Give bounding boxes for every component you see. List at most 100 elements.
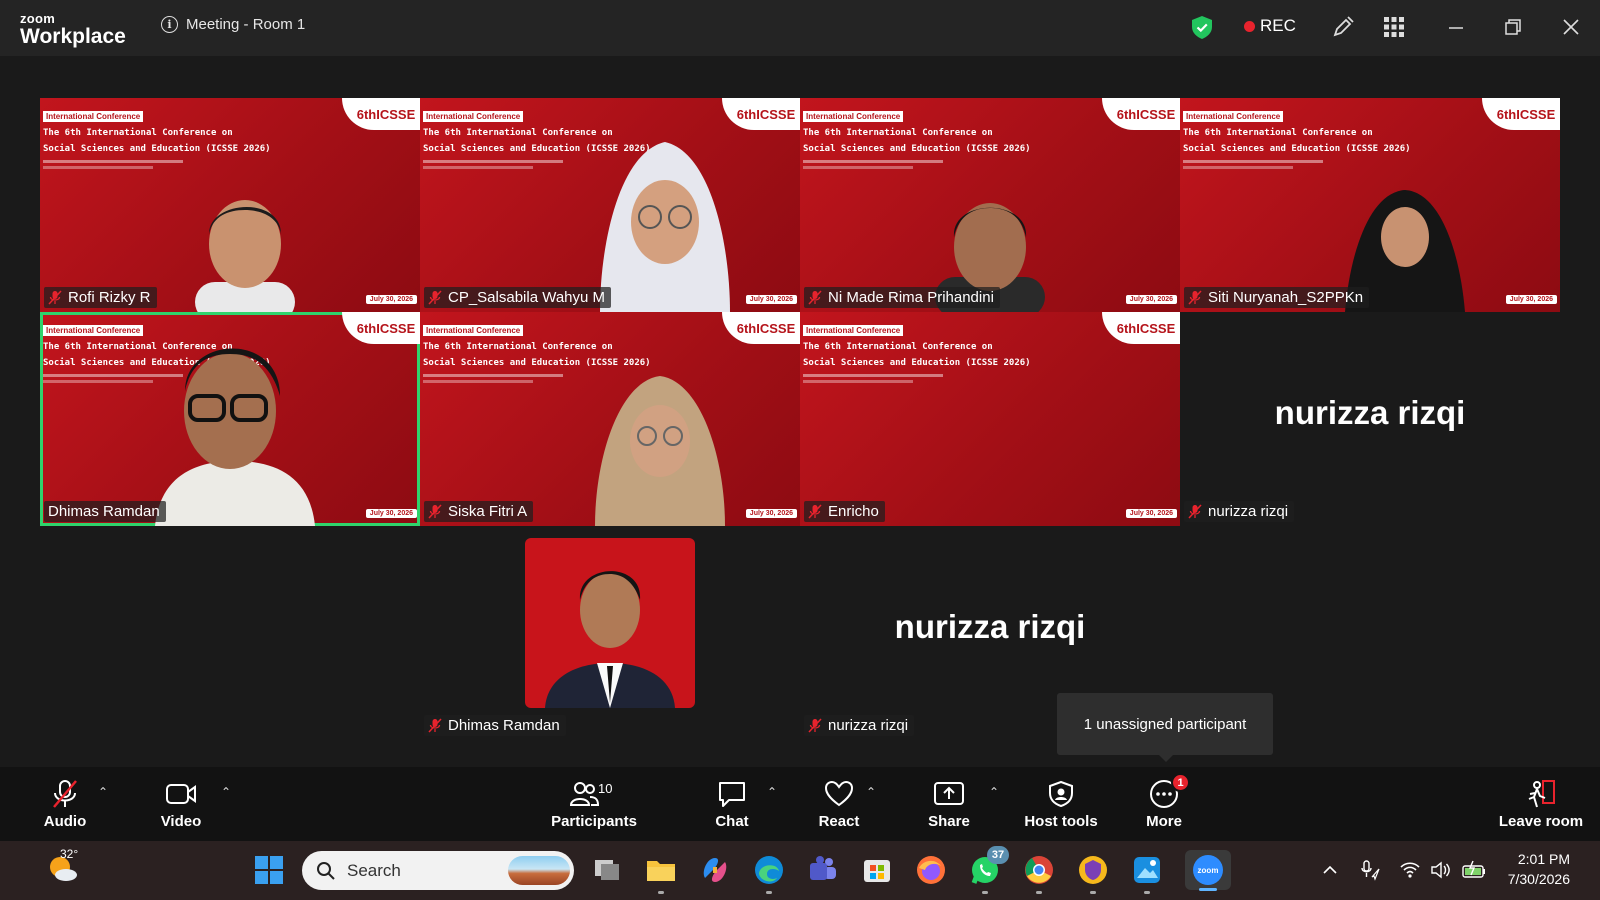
- audio-options-chevron-up-icon[interactable]: ⌃: [98, 785, 112, 799]
- more-button[interactable]: 1 More: [1140, 767, 1190, 841]
- participant-video: [155, 348, 315, 526]
- zoom-taskbar-icon[interactable]: zoom: [1185, 850, 1231, 891]
- mic-off-icon: [1188, 504, 1202, 519]
- chat-button[interactable]: Chat: [714, 767, 750, 841]
- whatsapp-unread-badge: 37: [987, 846, 1009, 864]
- mic-muted-icon: [53, 780, 77, 808]
- video-camera-icon: [166, 784, 196, 804]
- battery-charging-icon[interactable]: [1461, 859, 1487, 881]
- leave-room-button[interactable]: Leave room: [1497, 767, 1585, 841]
- photos-app-icon[interactable]: [1131, 854, 1163, 894]
- title-bar: zoom Workplace i Meeting - Room 1 REC: [0, 0, 1600, 56]
- audio-button[interactable]: Audio: [40, 767, 90, 841]
- participant-name: Rofi Rizky R: [68, 289, 151, 306]
- video-options-chevron-up-icon[interactable]: ⌃: [221, 785, 235, 799]
- wifi-icon[interactable]: [1399, 859, 1421, 881]
- participant-display-name: nurizza rizqi: [1274, 394, 1466, 431]
- conference-date: July 30, 2026: [745, 295, 797, 304]
- mic-off-icon: [48, 290, 62, 305]
- firefox-icon[interactable]: [915, 854, 947, 886]
- conference-title-2: Social Sciences and Education (ICSSE 202…: [1183, 144, 1411, 154]
- participant-tile-active-speaker[interactable]: International Conference The 6th Interna…: [40, 312, 420, 526]
- participant-name-tag: Siti Nuryanah_S2PPKn: [1184, 287, 1370, 308]
- conference-title-1: The 6th International Conference on: [43, 128, 233, 138]
- weather-widget[interactable]: 32°: [20, 841, 80, 900]
- conference-date: July 30, 2026: [1125, 295, 1177, 304]
- host-shield-icon: [1049, 780, 1073, 808]
- conference-badge: International Conference: [43, 111, 144, 122]
- minimize-icon[interactable]: [1444, 15, 1468, 39]
- microsoft-store-icon[interactable]: [861, 854, 893, 886]
- participant-tile[interactable]: International Conference The 6th Interna…: [1180, 98, 1560, 312]
- react-options-chevron-up-icon[interactable]: ⌃: [866, 785, 880, 799]
- conference-badge: International Conference: [43, 325, 144, 336]
- participant-tile[interactable]: International Conference The 6th Interna…: [800, 98, 1180, 312]
- participants-button[interactable]: 10 Participants: [550, 767, 638, 841]
- chat-bubble-icon: [719, 782, 745, 807]
- conference-badge: International Conference: [1183, 111, 1284, 122]
- participant-name-tag: nurizza rizqi: [804, 715, 915, 736]
- restore-icon[interactable]: [1501, 15, 1525, 39]
- conference-badge: International Conference: [423, 111, 524, 122]
- chat-options-chevron-up-icon[interactable]: ⌃: [767, 785, 781, 799]
- participants-label: Participants: [551, 813, 637, 830]
- share-options-chevron-up-icon[interactable]: ⌃: [989, 785, 1003, 799]
- encryption-shield-icon[interactable]: [1192, 16, 1212, 39]
- participant-tile[interactable]: International Conference The 6th Interna…: [420, 312, 800, 526]
- participant-name: Enricho: [828, 503, 879, 520]
- chrome-icon[interactable]: [1023, 854, 1055, 894]
- participant-tile-profile-photo[interactable]: Dhimas Ramdan: [420, 526, 800, 740]
- apps-grid-icon[interactable]: [1382, 15, 1406, 39]
- logo-big: Workplace: [20, 25, 126, 48]
- conference-title-1: The 6th International Conference on: [423, 342, 613, 352]
- volume-icon[interactable]: [1429, 859, 1451, 881]
- conference-title-2: Social Sciences and Education (ICSSE 202…: [803, 144, 1031, 154]
- file-explorer-icon[interactable]: [645, 854, 677, 894]
- participant-tile[interactable]: International Conference The 6th Interna…: [800, 312, 1180, 526]
- windows-start-icon[interactable]: [254, 855, 284, 885]
- participant-name: Siti Nuryanah_S2PPKn: [1208, 289, 1364, 306]
- participant-name: nurizza rizqi: [1208, 503, 1289, 520]
- meeting-info-button[interactable]: i Meeting - Room 1: [161, 16, 305, 33]
- conference-header: International Conference The 6th Interna…: [803, 320, 1093, 383]
- conference-header: International Conference The 6th Interna…: [803, 106, 1093, 169]
- more-label: More: [1146, 813, 1182, 830]
- mic-off-icon: [808, 504, 822, 519]
- conference-date: July 30, 2026: [745, 509, 797, 518]
- system-clock[interactable]: 2:01 PM 7/30/2026: [1508, 849, 1570, 889]
- taskbar-search-box[interactable]: Search: [302, 851, 574, 890]
- teams-icon[interactable]: [807, 854, 839, 886]
- edge-browser-icon[interactable]: [753, 854, 785, 894]
- close-icon[interactable]: [1559, 15, 1583, 39]
- host-tools-button[interactable]: Host tools: [1022, 767, 1100, 841]
- search-placeholder: Search: [347, 861, 401, 880]
- conference-title-2: Social Sciences and Education (ICSSE 202…: [803, 358, 1031, 368]
- video-button[interactable]: Video: [158, 767, 204, 841]
- vpn-app-icon[interactable]: [1077, 854, 1109, 894]
- participant-name-tag: Siska Fitri A: [424, 501, 534, 522]
- meeting-control-bar: Audio ⌃ Video ⌃ 10 Participants Chat ⌃ R…: [0, 767, 1600, 841]
- participant-name-tag: Ni Made Rima Prihandini: [804, 287, 1000, 308]
- conference-header: International Conference The 6th Interna…: [43, 106, 333, 169]
- show-hidden-icons-chevron-up-icon[interactable]: [1319, 859, 1341, 881]
- conference-title-1: The 6th International Conference on: [803, 128, 993, 138]
- participants-count: 10: [598, 781, 613, 796]
- react-label: React: [818, 813, 860, 830]
- share-button[interactable]: Share: [925, 767, 973, 841]
- mic-off-icon: [428, 718, 442, 733]
- participant-tile[interactable]: International Conference The 6th Interna…: [40, 98, 420, 312]
- mic-location-icon[interactable]: [1359, 859, 1381, 881]
- participant-name: Dhimas Ramdan: [48, 503, 160, 520]
- whatsapp-icon[interactable]: 37: [969, 846, 1009, 894]
- copilot-icon[interactable]: [699, 854, 731, 886]
- annotate-pen-icon[interactable]: [1331, 15, 1355, 39]
- react-button[interactable]: React: [815, 767, 863, 841]
- participant-tile[interactable]: International Conference The 6th Interna…: [420, 98, 800, 312]
- mic-off-icon: [428, 504, 442, 519]
- recording-indicator[interactable]: REC: [1244, 16, 1296, 36]
- search-icon: [317, 862, 335, 880]
- conference-date: July 30, 2026: [365, 509, 417, 518]
- task-view-icon[interactable]: [591, 854, 623, 886]
- info-icon: i: [161, 16, 178, 33]
- participant-tile-no-video[interactable]: nurizza rizqi nurizza rizqi: [1180, 312, 1560, 526]
